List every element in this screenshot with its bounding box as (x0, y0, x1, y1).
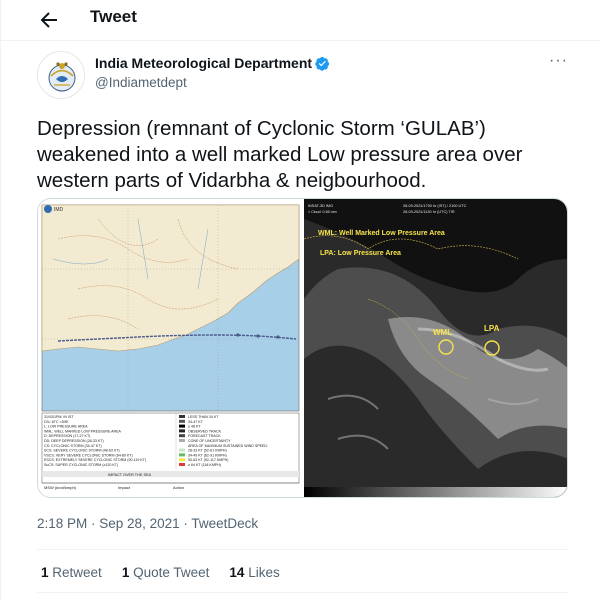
key-line: ≥ 64 KT (118 KMPH) (188, 463, 221, 467)
legend-swatch (179, 439, 185, 442)
wml-marker-label: WML (433, 328, 452, 337)
legend-swatch (179, 415, 185, 418)
quotes-count: 1 (121, 565, 130, 580)
lpa-marker-label: LPA (484, 324, 500, 333)
tweet-source[interactable]: TweetDeck (191, 516, 258, 531)
sat-header-line-3: 28-09-2021/1700 hr (IST) / 2100 UTC (403, 204, 467, 208)
more-options-icon[interactable]: ··· (549, 52, 568, 70)
avatar[interactable] (37, 51, 85, 99)
imd-emblem-icon (40, 54, 84, 98)
tweet-meta: 2:18 PM · Sep 28, 2021 · TweetDeck (37, 516, 258, 531)
verified-badge-icon (315, 56, 330, 71)
impact-over-sea-label: IMPACT OVER THE SEA (108, 473, 152, 477)
track-map-panel: IMD 31/03/1PM: IN ISTD3= 6TC =D9EL: LOW … (38, 199, 303, 497)
author-name[interactable]: India Meteorological Department (95, 55, 330, 71)
retweets-label: Retweet (52, 565, 102, 580)
legend-swatch (179, 443, 185, 447)
legend-line: D3= 6TC =D9E (44, 420, 69, 424)
key-line: 34-49 KT (62-91 KMPH) (188, 453, 227, 457)
table-header-impact: Impact (118, 485, 131, 490)
author-name-text: India Meteorological Department (95, 55, 313, 71)
legend-line: DD: DEEP DEPRESSION (28-33 KT) (44, 439, 104, 443)
key-line: 34-47 KT (188, 420, 204, 424)
tweet-text: Depression (remnant of Cyclonic Storm ‘G… (37, 117, 523, 192)
stats-divider (37, 592, 568, 593)
legend-swatch (179, 424, 185, 428)
meta-separator: · (87, 516, 100, 531)
page-header: Tweet (1, 0, 600, 40)
back-arrow-icon[interactable] (37, 8, 61, 32)
retweets-stat[interactable]: 1 Retweet (41, 565, 102, 580)
legend-line: WML: WELL MARKED LOW PRESSURE AREA (44, 429, 122, 433)
tweet-stats: 1 Retweet 1 Quote Tweet 14 Likes (41, 565, 280, 580)
legend-swatch (179, 463, 185, 466)
media-image: IMD 31/03/1PM: IN ISTD3= 6TC =D9EL: LOW … (38, 199, 567, 497)
grayscale-bar (304, 487, 567, 497)
wml-legend-label: WML: Well Marked Low Pressure Area (318, 230, 445, 237)
tweet-time[interactable]: 2:18 PM (37, 516, 87, 531)
likes-stat[interactable]: 14 Likes (229, 565, 279, 580)
author-handle[interactable]: @Indiametdept (95, 75, 187, 90)
key-line: CONE OF UNCERTAINTY (188, 439, 231, 443)
legend-line: SCS: SEVERE CYCLONIC STORM (48-63 KT) (44, 449, 120, 453)
legend-line: 31/03/1PM: IN IST (44, 415, 74, 419)
meta-divider (37, 549, 568, 550)
legend-line: VSCS: VERY SEVERE CYCLONIC STORM (64-89 … (44, 453, 133, 457)
lpa-legend-label: LPA: Low Pressure Area (320, 250, 401, 257)
key-line: FORECAST TRACK (188, 434, 221, 438)
page-title: Tweet (90, 7, 137, 26)
table-header-action: Action (173, 485, 184, 490)
quote-tweets-stat[interactable]: 1 Quote Tweet (122, 565, 210, 580)
tweet-media[interactable]: IMD 31/03/1PM: IN IST D3= 6TC =D9E L: LOW … (37, 198, 568, 498)
legend-swatch (179, 429, 185, 433)
legend-line: ESCS: EXTREMELY SEVERE CYCLONIC STORM (9… (44, 458, 146, 462)
quotes-label: Quote Tweet (133, 565, 210, 580)
legend-swatch (179, 434, 185, 438)
header-divider (1, 40, 600, 41)
satellite-panel: INSAT-3D IMG > Cloud: 0-65 mm 28-09-2021… (303, 199, 567, 497)
tweet-date[interactable]: Sep 28, 2021 (99, 516, 179, 531)
legend-line: SuCS: SUPER CYCLONIC STORM (≥120 KT) (44, 463, 118, 467)
key-line: 28-33 KT (52-61 KMPH) (188, 449, 227, 453)
imd-logo-text: IMD (54, 207, 64, 213)
legend-swatch (179, 458, 185, 462)
key-line: AREA OF MAXIMUM SUSTAINED WIND SPEED: (188, 444, 268, 448)
legend-line: D: DEPRESSION (17-27 KT) (44, 434, 90, 438)
sat-header-line-1: INSAT-3D IMG (308, 204, 333, 208)
likes-label: Likes (248, 565, 280, 580)
key-line: OBSERVED TRACK (188, 429, 222, 433)
tweet-page: Tweet India Meteorological Department @I… (0, 0, 600, 600)
table-header-msw: MSW (knot/kmph) (44, 485, 77, 490)
retweets-count: 1 (41, 565, 49, 580)
legend-line: CS: CYCLONIC STORM (34-47 KT) (44, 444, 102, 448)
likes-count: 14 (229, 565, 245, 580)
sat-header-line-4: 28-09-2021/1130 hr (UTC) TIR (403, 210, 455, 214)
legend-swatch (179, 419, 185, 423)
legend-line: L: LOW PRESSURE AREA (44, 425, 88, 429)
sat-header-line-2: > Cloud: 0-65 mm (308, 210, 337, 214)
key-line: 50-63 KT (92-117 KMPH) (188, 458, 228, 462)
meta-separator: · (179, 516, 192, 531)
key-line: ≥ 48 KT (188, 425, 201, 429)
legend-swatch (179, 453, 185, 457)
key-line: LESS THAN 34 KT (188, 415, 219, 419)
legend-swatch (179, 448, 185, 452)
